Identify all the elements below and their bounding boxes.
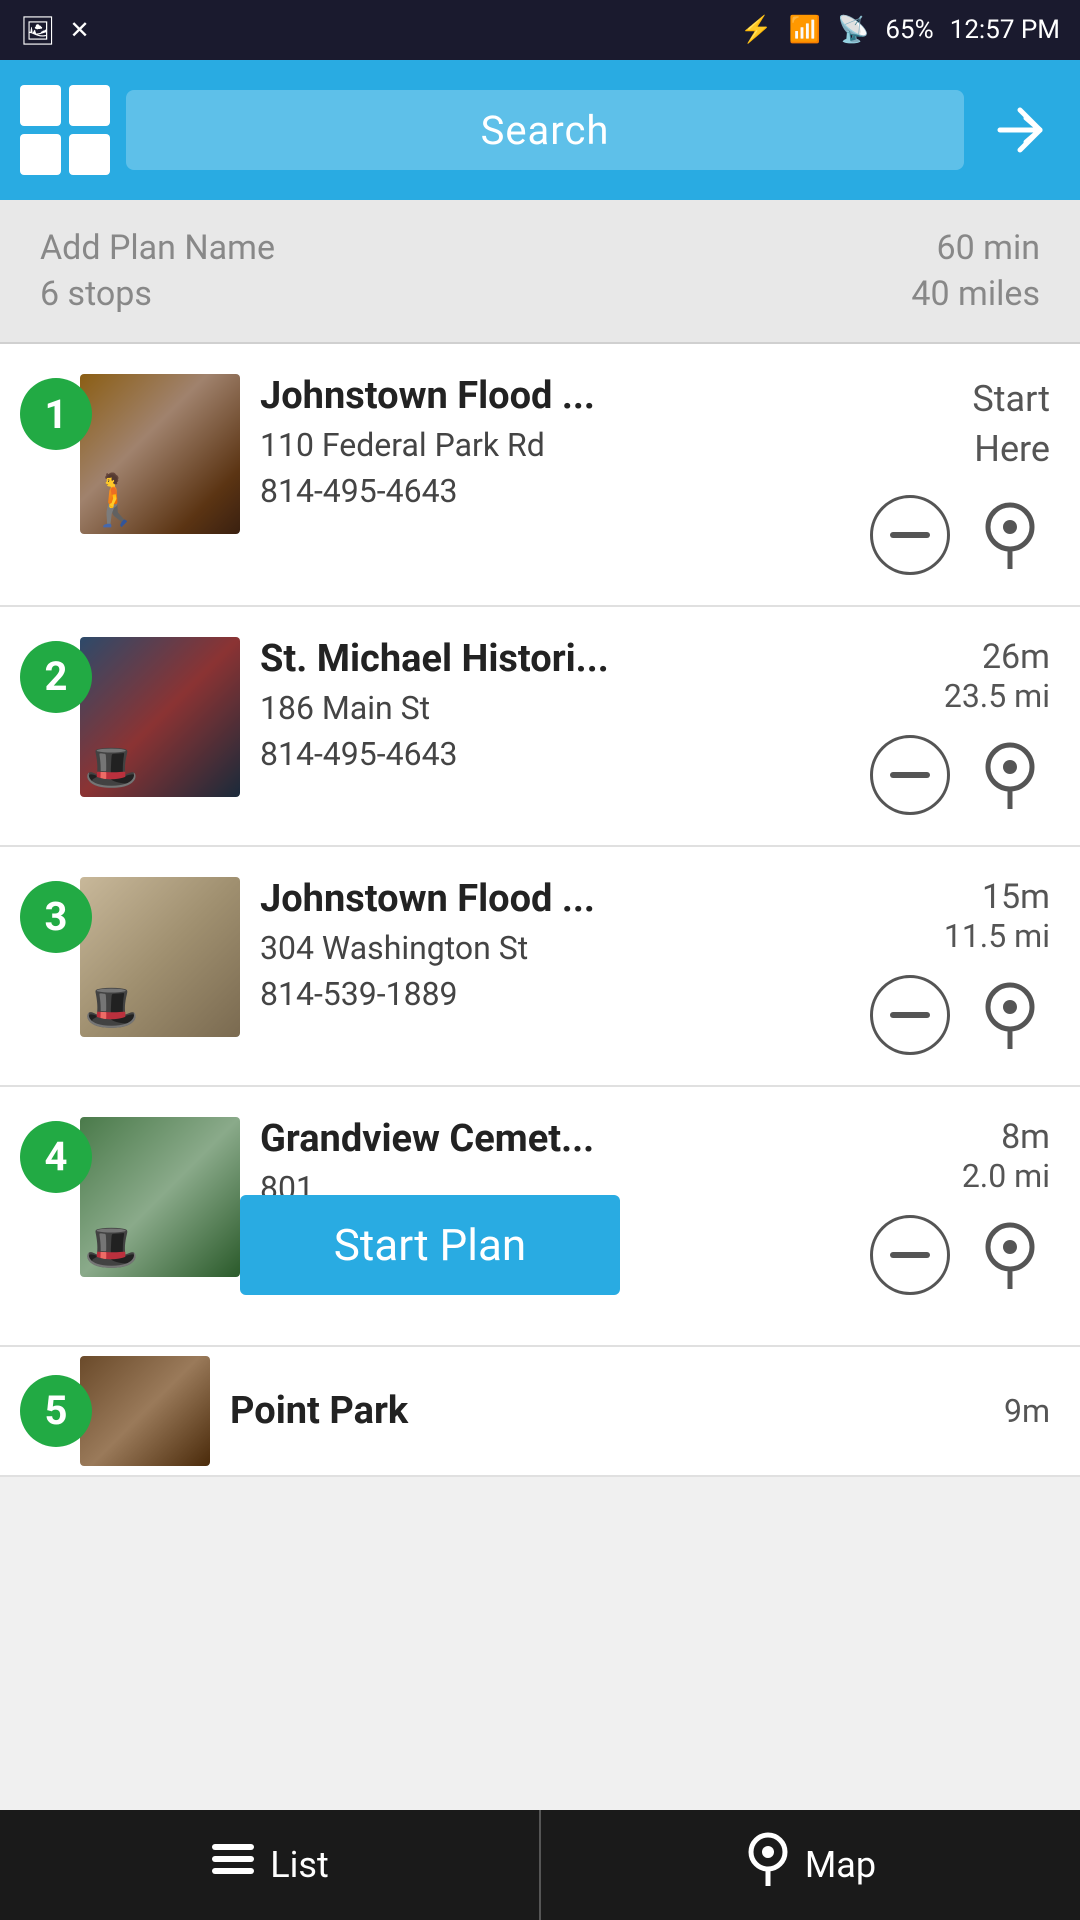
stop-distance: 8m 2.0 mi — [962, 1117, 1050, 1195]
stop-thumbnail: 🎩 — [80, 877, 240, 1037]
stop-number-badge: 4 — [20, 1121, 92, 1193]
battery-text: 65% — [885, 15, 933, 45]
stop-number-badge: 2 — [20, 641, 92, 713]
map-nav-label: Map — [805, 1844, 876, 1886]
signal-icon: 📡 — [837, 15, 869, 45]
stop-name[interactable]: Johnstown Flood ... — [260, 374, 850, 418]
remove-stop-button[interactable] — [870, 1215, 950, 1295]
stop-item: 4 🎩 Grandview Cemet... 801 ... 814... 8m… — [0, 1087, 1080, 1347]
time-display: 12:57 PM — [950, 15, 1060, 45]
stop-address: 110 Federal Park Rd — [260, 426, 850, 464]
view-location-button[interactable] — [970, 735, 1050, 815]
stop-number-badge: 3 — [20, 881, 92, 953]
stop-thumbnail: 🚶 — [80, 374, 240, 534]
close-icon: ✕ — [70, 16, 90, 44]
stop-distance: 15m 11.5 mi — [944, 877, 1050, 955]
plan-time: 60 min — [936, 228, 1040, 268]
list-icon — [210, 1836, 256, 1894]
stop-info-partial: Point Park — [230, 1389, 984, 1433]
stop-thumbnail: 🎩 — [80, 1117, 240, 1277]
view-location-button[interactable] — [970, 495, 1050, 575]
stop-number-badge: 1 — [20, 378, 92, 450]
stop-phone[interactable]: 814-495-4643 — [260, 735, 850, 773]
map-icon — [745, 1832, 791, 1898]
wifi-icon: 📶 — [789, 15, 821, 45]
plan-summary: Add Plan Name 6 stops 60 min 40 miles — [0, 200, 1080, 344]
hat-icon: 🎩 — [80, 1217, 143, 1277]
start-plan-button[interactable]: Start Plan — [240, 1195, 620, 1295]
plan-stops: 6 stops — [40, 274, 275, 314]
stop-name[interactable]: St. Michael Histori... — [260, 637, 850, 681]
bottom-navigation: List Map — [0, 1810, 1080, 1920]
stop-item: 1 🚶 Johnstown Flood ... 110 Federal Park… — [0, 344, 1080, 607]
hat-icon: 🎩 — [80, 977, 143, 1037]
remove-stop-button[interactable] — [870, 495, 950, 575]
stop-address: 304 Washington St — [260, 929, 850, 967]
grid-menu-icon[interactable] — [20, 85, 110, 175]
list-nav-label: List — [270, 1844, 329, 1886]
stop-name[interactable]: Johnstown Flood ... — [260, 877, 850, 921]
stop-actions: 8m 2.0 mi — [870, 1117, 1050, 1295]
stop-actions: 15m 11.5 mi — [870, 877, 1050, 1055]
stop-actions: StartHere — [870, 374, 1050, 575]
partial-stop-distance: 9m — [1004, 1392, 1050, 1430]
plan-miles: 40 miles — [911, 274, 1040, 314]
remove-stop-button[interactable] — [870, 975, 950, 1055]
stop-info: Johnstown Flood ... 110 Federal Park Rd … — [260, 374, 850, 510]
stop-name-partial[interactable]: Point Park — [230, 1389, 984, 1433]
stop-number-badge: 5 — [20, 1375, 92, 1447]
map-nav-item[interactable]: Map — [541, 1810, 1080, 1920]
stop-info: St. Michael Histori... 186 Main St 814-4… — [260, 637, 850, 773]
photo-icon: 🖼 — [20, 14, 56, 47]
list-nav-item[interactable]: List — [0, 1810, 541, 1920]
app-header: Search — [0, 60, 1080, 200]
view-location-button[interactable] — [970, 1215, 1050, 1295]
hat-icon: 🎩 — [80, 737, 143, 797]
stop-distance: 26m 23.5 mi — [944, 637, 1050, 715]
stop-thumbnail: 🎩 — [80, 637, 240, 797]
stop-address: 186 Main St — [260, 689, 850, 727]
stop-item: 3 🎩 Johnstown Flood ... 304 Washington S… — [0, 847, 1080, 1087]
stop-actions: 26m 23.5 mi — [870, 637, 1050, 815]
start-here-label: StartHere — [972, 374, 1050, 475]
stop-item-partial: 5 Point Park 9m — [0, 1347, 1080, 1477]
bluetooth-icon: ⚡ — [740, 15, 772, 45]
stop-thumbnail-partial — [80, 1356, 210, 1466]
hiker-icon: 🚶 — [80, 468, 150, 534]
stop-info: Johnstown Flood ... 304 Washington St 81… — [260, 877, 850, 1013]
view-location-button[interactable] — [970, 975, 1050, 1055]
stop-item: 2 🎩 St. Michael Histori... 186 Main St 8… — [0, 607, 1080, 847]
search-input[interactable]: Search — [126, 90, 964, 170]
stop-phone[interactable]: 814-539-1889 — [260, 975, 850, 1013]
plan-name[interactable]: Add Plan Name — [40, 228, 275, 268]
status-bar: 🖼 ✕ ⚡ 📶 📡 65% 12:57 PM — [0, 0, 1080, 60]
stop-name[interactable]: Grandview Cemet... — [260, 1117, 850, 1161]
remove-stop-button[interactable] — [870, 735, 950, 815]
share-button[interactable] — [980, 90, 1060, 170]
stop-phone[interactable]: 814-495-4643 — [260, 472, 850, 510]
